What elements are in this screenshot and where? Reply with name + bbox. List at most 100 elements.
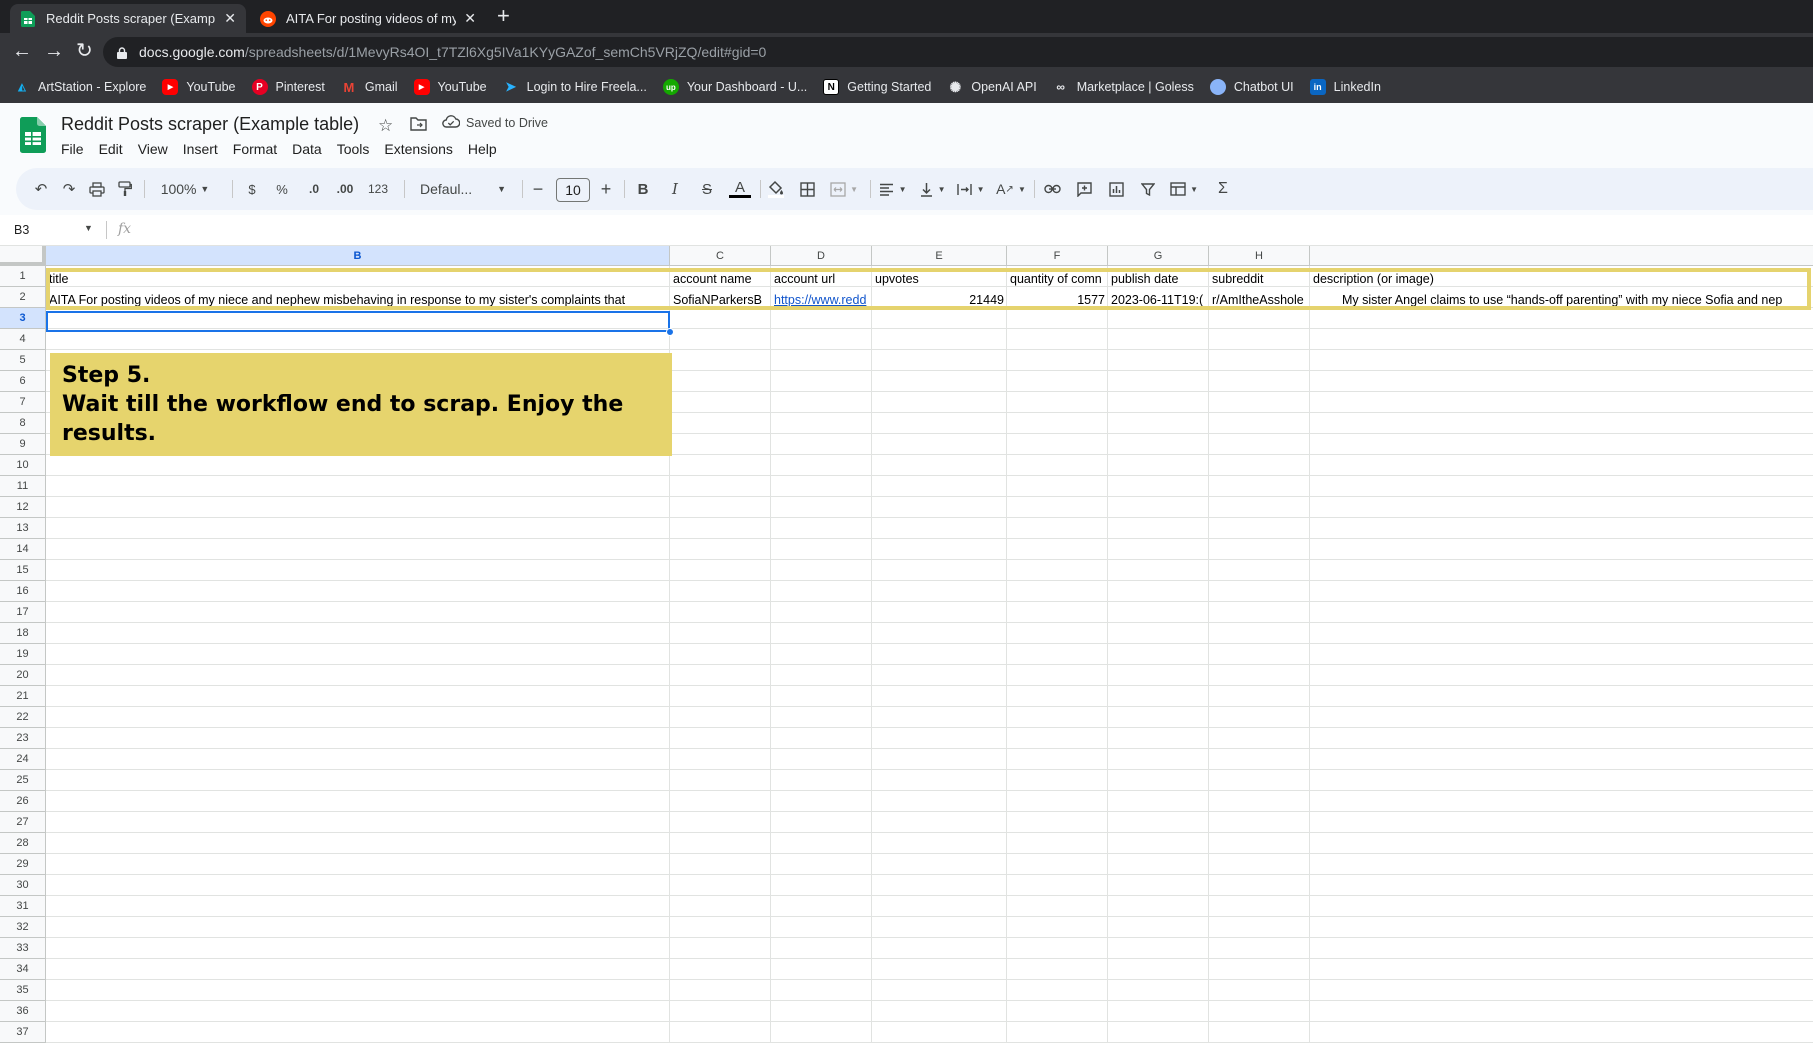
bookmark-upwork[interactable]: up Your Dashboard - U... — [662, 79, 807, 95]
font-size-input[interactable]: 10 — [556, 178, 590, 202]
menu-view[interactable]: View — [138, 141, 168, 157]
bookmark-goless[interactable]: ∞ Marketplace | Goless — [1053, 79, 1193, 95]
menu-help[interactable]: Help — [468, 141, 497, 157]
strikethrough-icon[interactable]: S — [696, 168, 718, 210]
cell-i2[interactable]: My sister Angel claims to use “hands-off… — [1310, 289, 1810, 310]
paint-format-icon[interactable] — [114, 168, 136, 210]
percent-format-button[interactable]: % — [272, 168, 292, 210]
cell-h1[interactable]: subreddit — [1209, 268, 1310, 289]
number-format-button[interactable]: 123 — [364, 168, 392, 210]
italic-button[interactable]: I — [664, 168, 686, 210]
bookmark-freelancer[interactable]: ➤ Login to Hire Freela... — [503, 79, 647, 95]
insert-comment-icon[interactable] — [1072, 168, 1096, 210]
back-arrow-icon[interactable]: ← — [12, 41, 32, 61]
undo-icon[interactable]: ↶ — [30, 168, 52, 210]
row-header-14[interactable]: 14 — [0, 539, 46, 560]
row-header-8[interactable]: 8 — [0, 413, 46, 434]
row-header-17[interactable]: 17 — [0, 602, 46, 623]
row-header-33[interactable]: 33 — [0, 938, 46, 959]
cell-g2[interactable]: 2023-06-11T19:( — [1108, 289, 1209, 310]
column-header-b[interactable]: B — [46, 246, 670, 266]
star-icon[interactable]: ☆ — [378, 116, 393, 136]
formula-input[interactable] — [145, 222, 1745, 240]
increase-font-size-icon[interactable]: + — [596, 168, 616, 210]
fill-color-icon[interactable] — [764, 168, 788, 210]
bookmark-youtube-2[interactable]: ▶ YouTube — [413, 79, 487, 95]
row-header-19[interactable]: 19 — [0, 644, 46, 665]
spreadsheet-grid[interactable]: B C D E F G H 1 2 3 4 5 6 7 8 9 10 11 12 13 14 15 16 17 1… — [0, 246, 1813, 1047]
row-header-12[interactable]: 12 — [0, 497, 46, 518]
bookmark-youtube[interactable]: ▶ YouTube — [162, 79, 236, 95]
row-header-10[interactable]: 10 — [0, 455, 46, 476]
tab-sheets[interactable]: Reddit Posts scraper (Example table) ✕ — [10, 4, 246, 33]
row-header-25[interactable]: 25 — [0, 770, 46, 791]
row-header-7[interactable]: 7 — [0, 392, 46, 413]
row-header-16[interactable]: 16 — [0, 581, 46, 602]
bold-button[interactable]: B — [632, 168, 654, 210]
column-header-d[interactable]: D — [771, 246, 872, 266]
cell-h2[interactable]: r/AmItheAsshole — [1209, 289, 1310, 310]
column-header-g[interactable]: G — [1108, 246, 1209, 266]
column-header-h[interactable]: H — [1209, 246, 1310, 266]
row-header-20[interactable]: 20 — [0, 665, 46, 686]
row-header-1[interactable]: 1 — [0, 266, 46, 287]
row-header-9[interactable]: 9 — [0, 434, 46, 455]
column-header-e[interactable]: E — [872, 246, 1007, 266]
row-header-13[interactable]: 13 — [0, 518, 46, 539]
select-all-corner[interactable] — [0, 246, 46, 266]
cell-e2[interactable]: 21449 — [872, 289, 1007, 310]
increase-decimal-button[interactable]: .00 — [332, 168, 358, 210]
row-header-31[interactable]: 31 — [0, 896, 46, 917]
cell-c2[interactable]: SofiaNParkersB — [670, 289, 771, 310]
menu-insert[interactable]: Insert — [183, 141, 218, 157]
vertical-align-icon[interactable]: ▼ — [916, 168, 950, 210]
close-icon[interactable]: ✕ — [464, 10, 476, 27]
redo-icon[interactable]: ↷ — [58, 168, 80, 210]
row-header-3[interactable]: 3 — [0, 308, 46, 329]
cell-e1[interactable]: upvotes — [872, 268, 1007, 289]
text-rotation-icon[interactable]: A ↗ ▼ — [994, 168, 1028, 210]
bookmark-chatbot[interactable]: Chatbot UI — [1209, 79, 1294, 95]
cell-i1[interactable]: description (or image) — [1310, 268, 1810, 289]
text-color-button[interactable]: A — [728, 168, 752, 210]
bookmark-linkedin[interactable]: in LinkedIn — [1309, 79, 1381, 95]
row-header-30[interactable]: 30 — [0, 875, 46, 896]
bookmark-openai[interactable]: ✺ OpenAI API — [947, 79, 1036, 95]
print-icon[interactable] — [86, 168, 108, 210]
row-header-34[interactable]: 34 — [0, 959, 46, 980]
row-header-32[interactable]: 32 — [0, 917, 46, 938]
row-header-24[interactable]: 24 — [0, 749, 46, 770]
move-folder-icon[interactable] — [410, 117, 427, 135]
row-header-26[interactable]: 26 — [0, 791, 46, 812]
menu-tools[interactable]: Tools — [337, 141, 370, 157]
zoom-select[interactable]: 100% ▼ — [154, 168, 216, 210]
cell-c1[interactable]: account name — [670, 268, 771, 289]
tab-reddit[interactable]: AITA For posting videos of my niece and … — [250, 4, 486, 33]
menu-data[interactable]: Data — [292, 141, 322, 157]
reload-icon[interactable]: ↻ — [76, 41, 93, 61]
bookmark-gmail[interactable]: M Gmail — [341, 79, 397, 95]
decrease-decimal-button[interactable]: .0 — [302, 168, 326, 210]
cell-f1[interactable]: quantity of comn — [1007, 268, 1108, 289]
close-icon[interactable]: ✕ — [224, 10, 236, 27]
column-header-i[interactable] — [1310, 246, 1813, 266]
functions-button[interactable]: Σ — [1212, 168, 1234, 210]
forward-arrow-icon[interactable]: → — [44, 41, 64, 61]
currency-format-button[interactable]: $ — [242, 168, 262, 210]
row-header-36[interactable]: 36 — [0, 1001, 46, 1022]
cell-f2[interactable]: 1577 — [1007, 289, 1108, 310]
menu-file[interactable]: File — [61, 141, 84, 157]
row-header-27[interactable]: 27 — [0, 812, 46, 833]
font-family-select[interactable]: Defaul... ▼ — [414, 168, 512, 210]
bookmark-notion[interactable]: N Getting Started — [823, 79, 931, 95]
bookmark-pinterest[interactable]: P Pinterest — [251, 79, 325, 95]
row-header-18[interactable]: 18 — [0, 623, 46, 644]
row-header-28[interactable]: 28 — [0, 833, 46, 854]
name-box[interactable]: B3 — [14, 223, 29, 237]
row-header-15[interactable]: 15 — [0, 560, 46, 581]
row-header-37[interactable]: 37 — [0, 1022, 46, 1043]
insert-link-icon[interactable] — [1040, 168, 1064, 210]
caret-down-icon[interactable]: ▼ — [84, 223, 93, 233]
row-header-21[interactable]: 21 — [0, 686, 46, 707]
row-header-5[interactable]: 5 — [0, 350, 46, 371]
